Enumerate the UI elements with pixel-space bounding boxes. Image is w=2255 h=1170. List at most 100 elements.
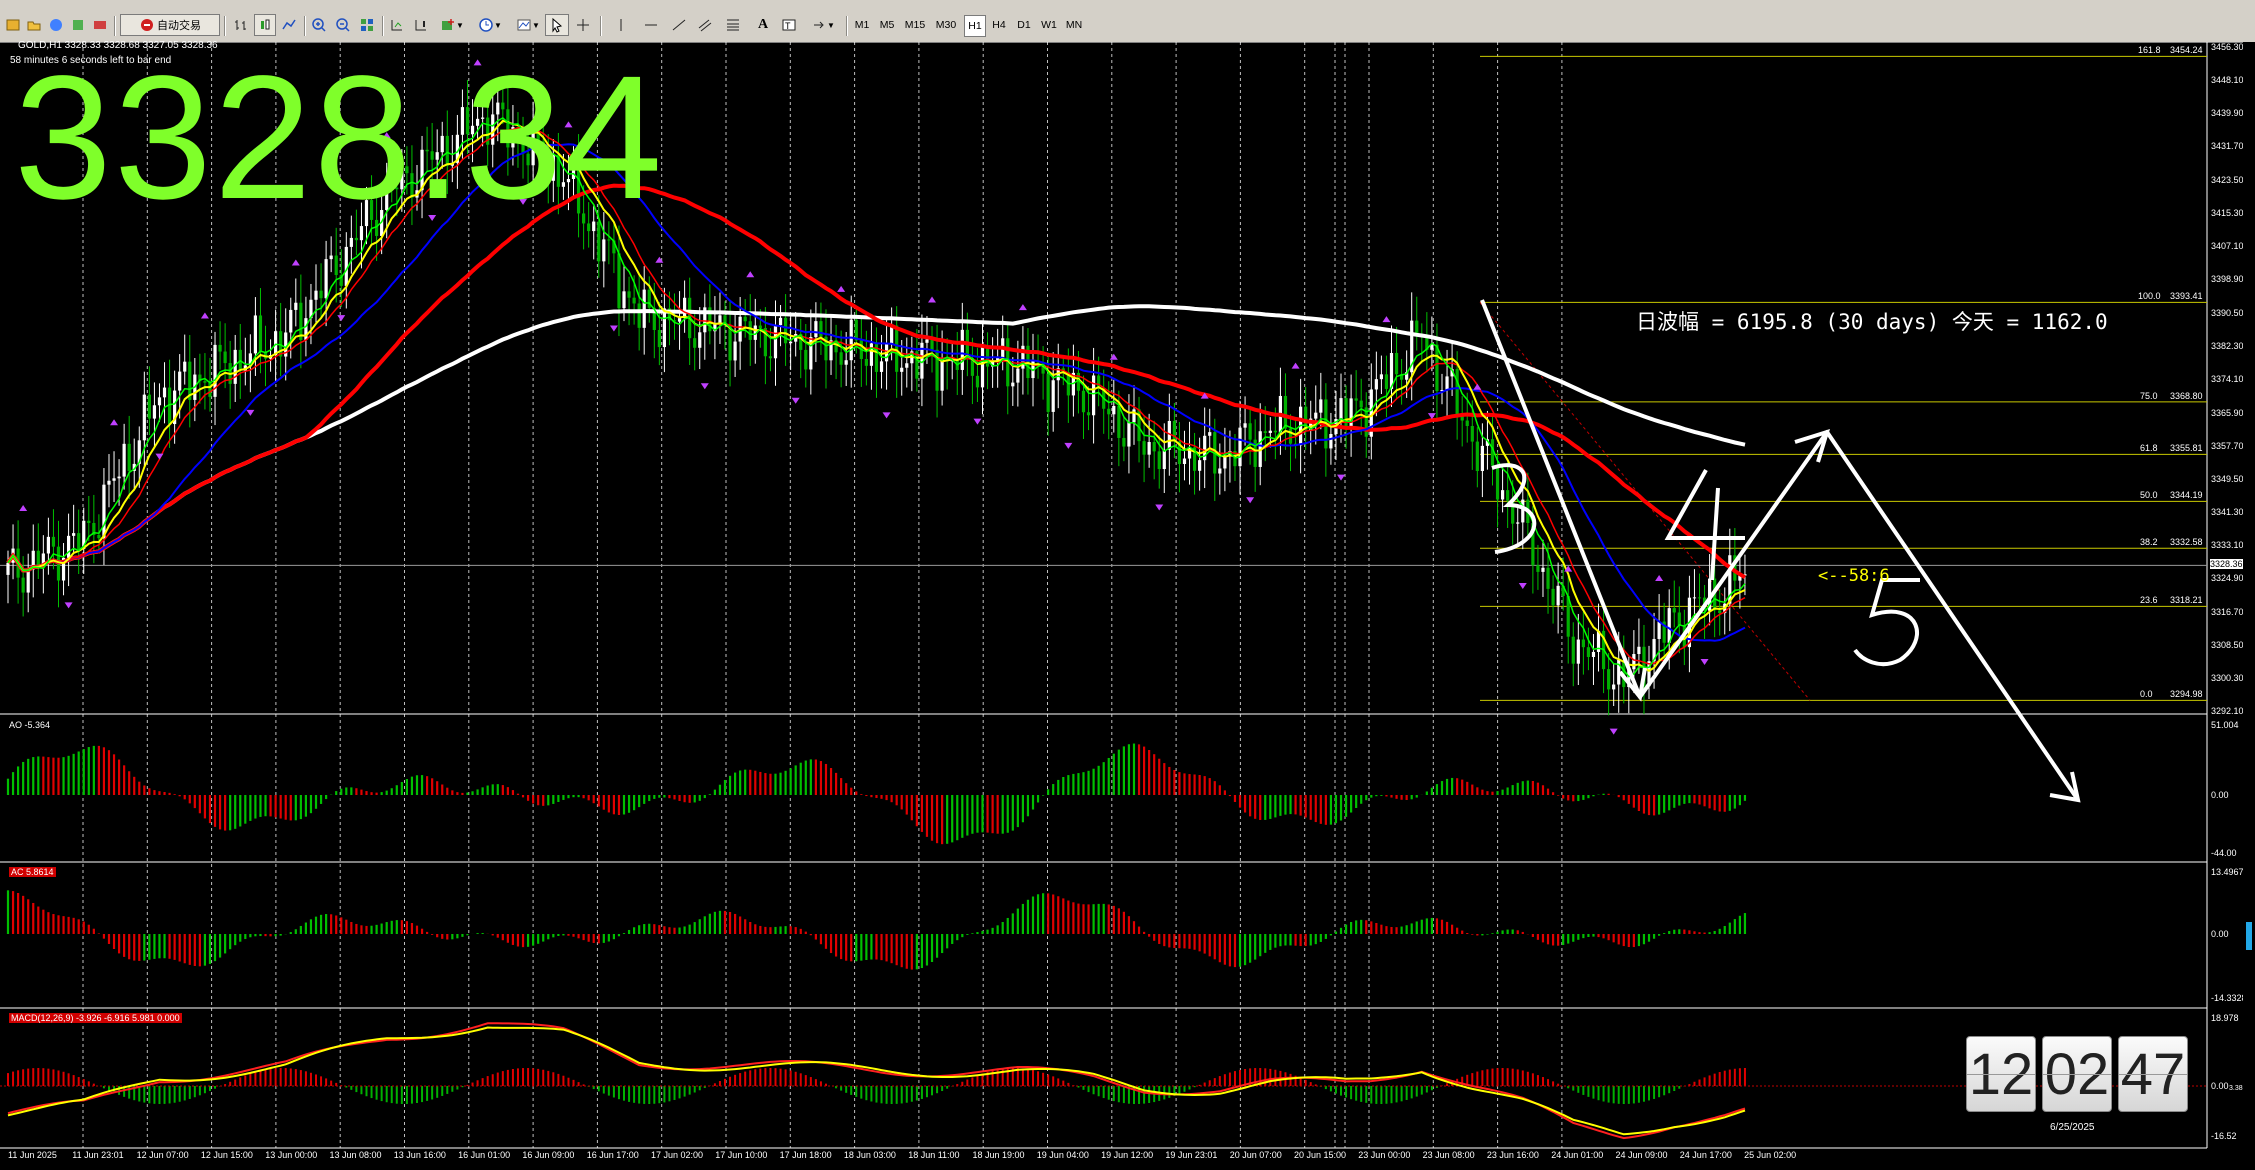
candle-body xyxy=(854,319,858,341)
templates-dropdown[interactable]: ▼ xyxy=(510,14,546,36)
autotrade-button[interactable]: 自动交易 xyxy=(120,14,220,36)
candle-body xyxy=(21,577,25,593)
fibonacci-icon[interactable] xyxy=(722,14,744,36)
candle-body xyxy=(178,371,182,391)
candle-body xyxy=(1612,684,1616,690)
bar-chart-icon[interactable] xyxy=(230,14,252,36)
fractal-marker xyxy=(1109,353,1118,360)
candle-body xyxy=(869,343,874,366)
candle-body xyxy=(152,405,157,419)
countdown-arrow-label: <--58:6 xyxy=(1818,566,1890,586)
fib-price-label: 3294.98 xyxy=(2170,689,2203,700)
fractal-marker xyxy=(882,412,891,419)
crosshair-icon[interactable] xyxy=(572,14,594,36)
fractal-marker xyxy=(1018,304,1027,311)
svg-text:T: T xyxy=(785,21,791,31)
text-icon[interactable]: A xyxy=(752,14,774,36)
tile-windows-icon[interactable] xyxy=(356,14,378,36)
clock-hours: 12 xyxy=(1966,1036,2036,1112)
macd-signal-line xyxy=(7,1026,1746,1136)
folder-icon[interactable] xyxy=(24,14,44,36)
terminal-icon[interactable] xyxy=(90,14,110,36)
trendline-icon[interactable] xyxy=(668,14,690,36)
candle-body xyxy=(1329,434,1333,449)
candle-body xyxy=(1475,441,1479,472)
candle-body xyxy=(112,478,116,481)
timeframe-w1[interactable]: W1 xyxy=(1039,15,1059,35)
arrows-dropdown[interactable]: ▼ xyxy=(806,14,840,36)
timeframe-m30[interactable]: M30 xyxy=(933,15,959,35)
time-axis-label: 17 Jun 10:00 xyxy=(715,1150,768,1160)
candle-body xyxy=(1632,654,1636,670)
toolbar: 自动交易 ▼ ▼ ▼ A T ▼ M1 M5 M15 M30 H1 H4 D1 … xyxy=(0,10,2255,43)
candle-body xyxy=(102,484,106,539)
candle-body xyxy=(778,317,783,326)
line-chart-icon[interactable] xyxy=(278,14,300,36)
timeframe-h1[interactable]: H1 xyxy=(964,15,986,37)
indicators-dropdown[interactable]: ▼ xyxy=(434,14,470,36)
candle-body xyxy=(627,291,631,298)
candle-body xyxy=(1273,430,1277,433)
fractal-marker xyxy=(1473,383,1482,390)
timeframe-m15[interactable]: M15 xyxy=(902,15,928,35)
time-axis-label: 19 Jun 04:00 xyxy=(1036,1150,1089,1160)
candle-body xyxy=(602,239,606,262)
candle-body xyxy=(314,290,318,300)
time-axis-label: 16 Jun 17:00 xyxy=(586,1150,639,1160)
timeframe-m1[interactable]: M1 xyxy=(852,15,872,35)
fractal-marker xyxy=(1518,583,1527,590)
horizontal-line-icon[interactable] xyxy=(640,14,662,36)
navigator-icon[interactable] xyxy=(68,14,88,36)
channel-icon[interactable] xyxy=(694,14,716,36)
time-axis-label: 24 Jun 17:00 xyxy=(1679,1150,1732,1160)
candle-body xyxy=(1268,430,1272,433)
fractal-marker xyxy=(291,259,300,266)
zoom-in-icon[interactable] xyxy=(308,14,330,36)
candle-body xyxy=(1394,353,1399,375)
time-axis-label: 18 Jun 03:00 xyxy=(843,1150,896,1160)
fib-level-label: 100.0 xyxy=(2138,291,2161,302)
text-label-icon[interactable]: T xyxy=(778,14,800,36)
timeframe-h4[interactable]: H4 xyxy=(989,15,1009,35)
candlestick-icon[interactable] xyxy=(254,14,276,36)
candle-body xyxy=(980,345,985,388)
fib-level-label: 0.0 xyxy=(2140,689,2153,700)
new-order-icon[interactable] xyxy=(3,14,23,36)
candle-body xyxy=(223,351,227,364)
candle-body xyxy=(1127,422,1131,447)
toolbar-separator xyxy=(304,16,306,36)
scrollbar-thumb[interactable] xyxy=(2246,922,2252,950)
candle-body xyxy=(733,341,737,361)
candle-body xyxy=(294,302,298,310)
chart-shift-icon[interactable] xyxy=(410,14,432,36)
candle-body xyxy=(1051,380,1055,412)
chevron-down-icon: ▼ xyxy=(494,20,502,30)
candle-body xyxy=(218,344,222,352)
add-indicator-icon xyxy=(442,19,455,30)
candle-body xyxy=(940,358,944,391)
template-icon xyxy=(517,19,531,31)
candle-body xyxy=(895,325,899,372)
candle-body xyxy=(1455,369,1459,416)
vertical-scrollbar[interactable] xyxy=(2243,42,2255,1170)
timeframe-m5[interactable]: M5 xyxy=(877,15,897,35)
cursor-icon[interactable] xyxy=(545,14,569,36)
chevron-down-icon: ▼ xyxy=(827,20,835,30)
time-axis-label: 17 Jun 18:00 xyxy=(779,1150,832,1160)
autoscroll-icon[interactable] xyxy=(386,14,408,36)
fractal-marker xyxy=(155,453,164,460)
candle-body xyxy=(925,339,929,343)
timeframe-mn[interactable]: MN xyxy=(1064,15,1084,35)
vertical-line-icon[interactable] xyxy=(610,14,632,36)
candle-body xyxy=(748,321,752,340)
candle-body xyxy=(1117,405,1121,438)
periods-dropdown[interactable]: ▼ xyxy=(472,14,508,36)
candle-body xyxy=(683,297,687,319)
fib-price-label: 3454.24 xyxy=(2170,45,2203,56)
candle-body xyxy=(637,303,641,328)
timeframe-d1[interactable]: D1 xyxy=(1014,15,1034,35)
time-axis-label: 20 Jun 07:00 xyxy=(1229,1150,1282,1160)
zoom-out-icon[interactable] xyxy=(332,14,354,36)
time-axis-label: 13 Jun 00:00 xyxy=(265,1150,318,1160)
market-watch-icon[interactable] xyxy=(46,14,66,36)
